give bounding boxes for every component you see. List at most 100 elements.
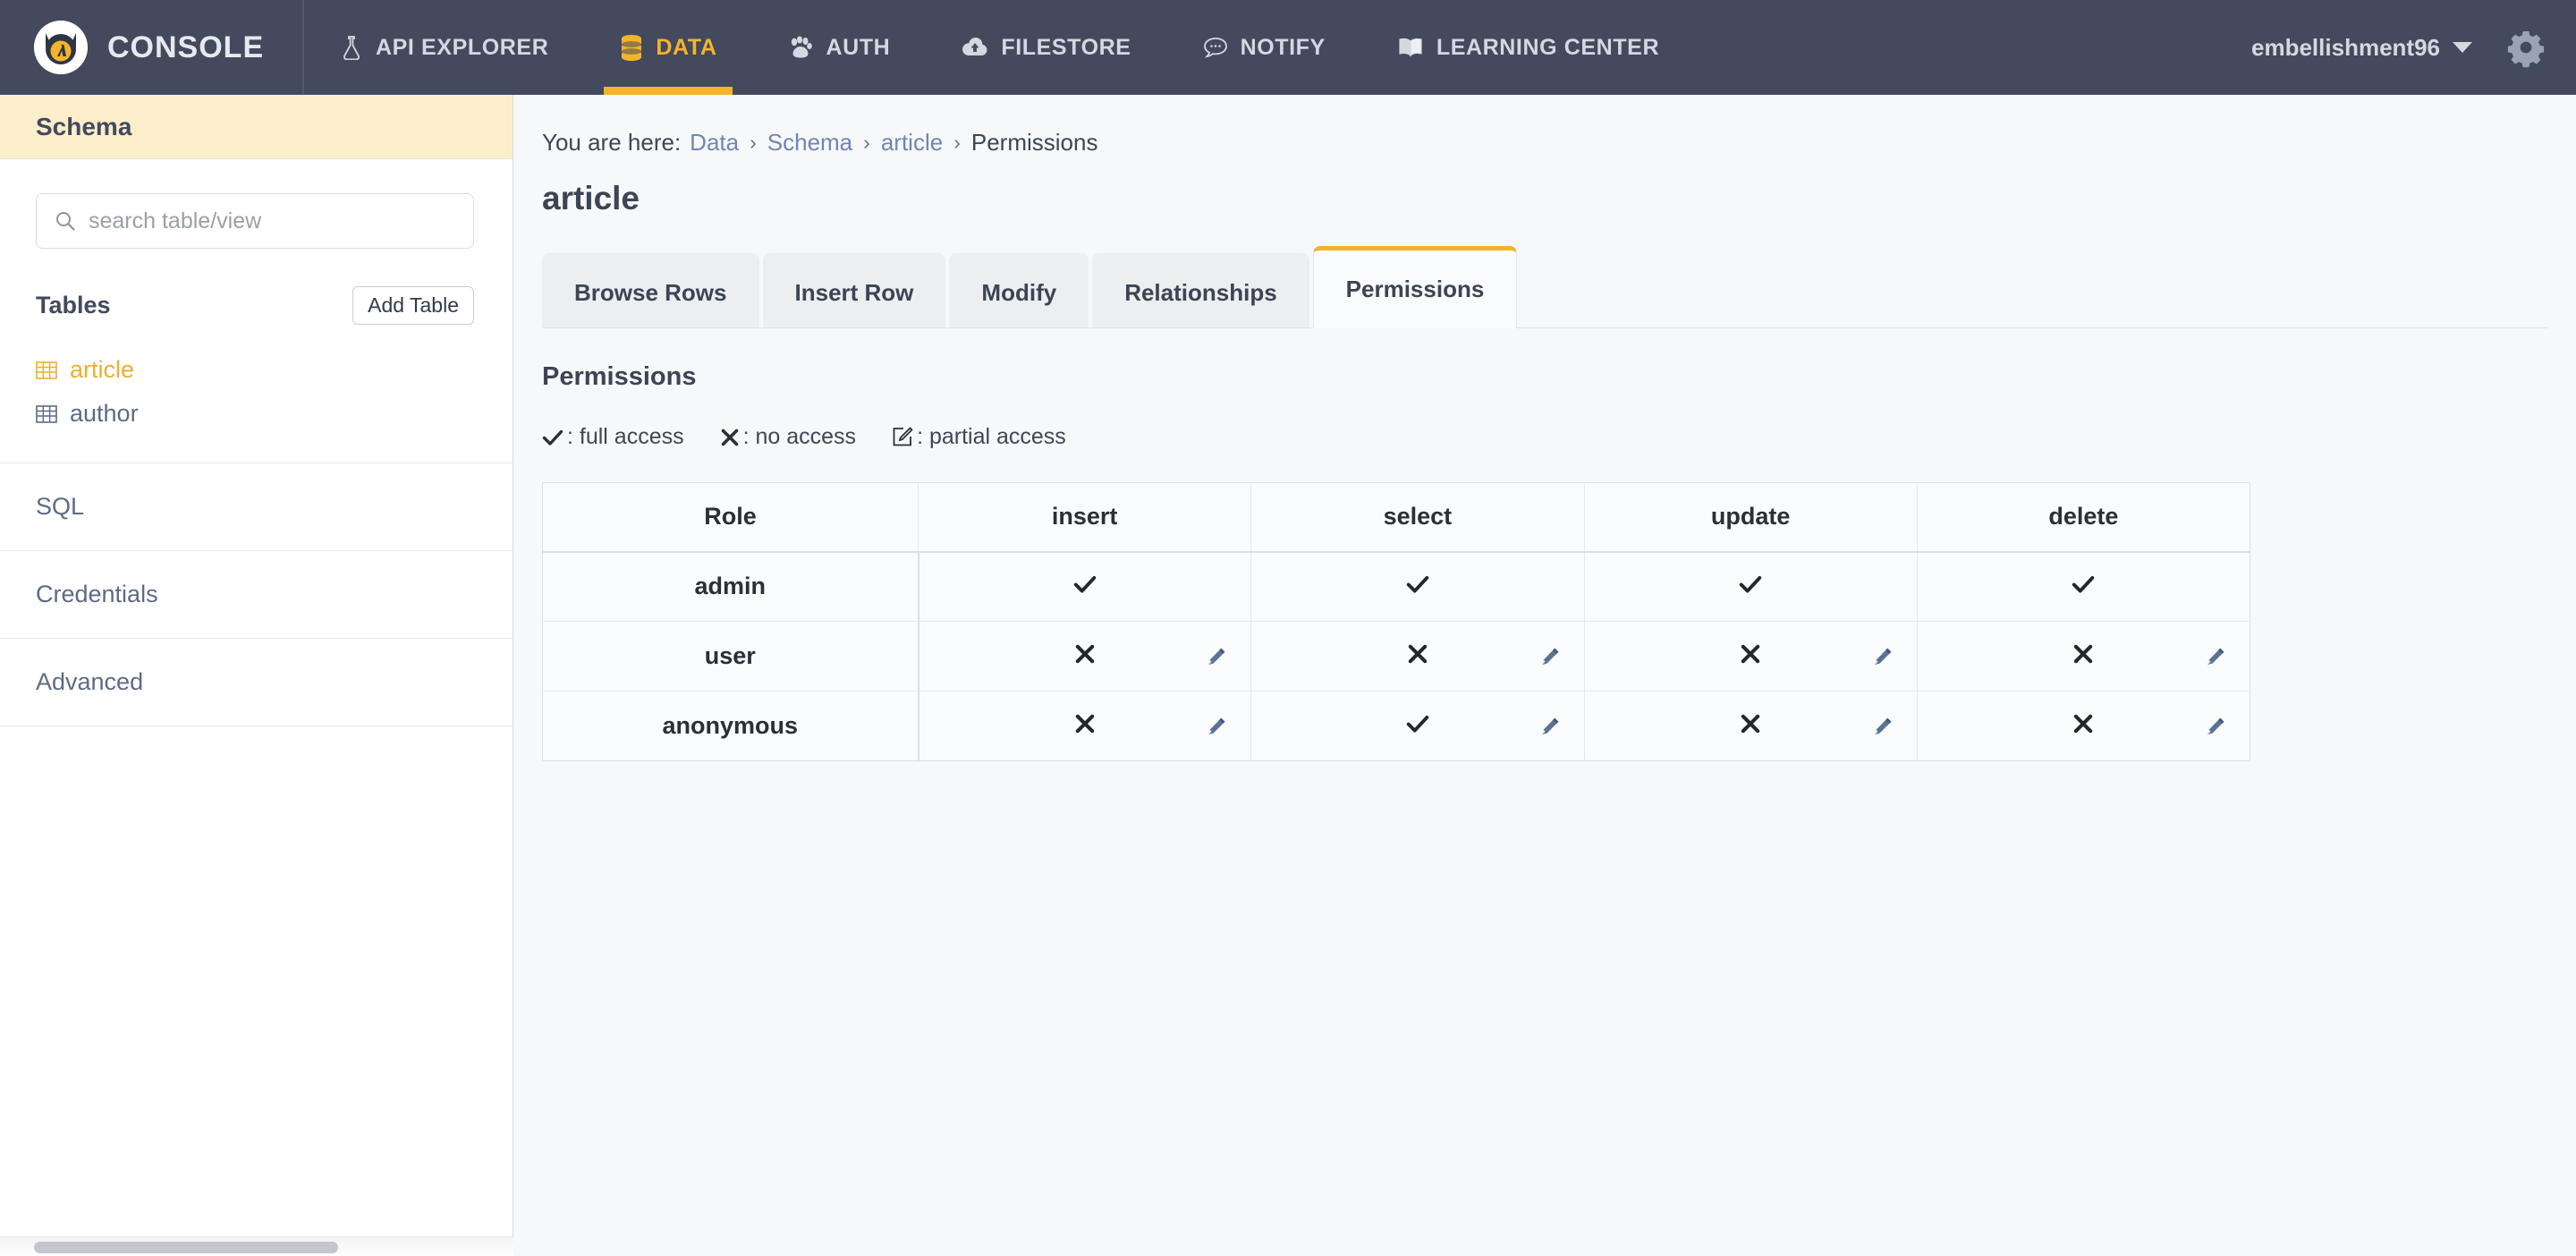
tab-browse-rows[interactable]: Browse Rows <box>542 253 759 328</box>
brand-home-link[interactable]: CONSOLE <box>0 0 304 95</box>
sidebar-horizontal-scrollbar[interactable] <box>0 1236 513 1256</box>
permission-cell-anonymous-select <box>1250 691 1585 761</box>
tab-permissions[interactable]: Permissions <box>1312 246 1518 328</box>
table-row: anonymous <box>542 691 2250 761</box>
account-menu-button[interactable]: embellishment96 <box>2251 34 2472 62</box>
breadcrumb-prefix: You are here: <box>542 129 682 156</box>
open-book-icon <box>1397 36 1424 59</box>
nav-item-learning-center[interactable]: LEARNING CENTER <box>1361 0 1695 95</box>
permission-cell-admin-insert <box>918 551 1252 622</box>
sidebar-table-item-article[interactable]: article <box>36 348 477 392</box>
nav-right-cluster: embellishment96 <box>2251 0 2576 95</box>
cross-icon <box>1585 692 1917 760</box>
nav-item-label: FILESTORE <box>1001 34 1131 60</box>
legend-partial-access-label: : partial access <box>917 424 1066 449</box>
edit-permission-pencil-icon[interactable] <box>1539 646 1561 667</box>
nav-item-data[interactable]: DATA <box>584 0 752 95</box>
speech-bubble-icon <box>1203 36 1228 59</box>
sidebar-item-sql[interactable]: SQL <box>0 463 513 551</box>
search-input[interactable] <box>89 208 455 234</box>
sidebar-table-label: article <box>70 356 135 383</box>
role-cell-admin: admin <box>542 551 919 622</box>
sidebar: Schema Tables Add Table <box>0 95 513 1256</box>
edit-permission-pencil-icon[interactable] <box>2205 646 2226 667</box>
column-header-delete: delete <box>1917 482 2250 553</box>
cross-icon <box>1251 622 1583 691</box>
nav-item-label: NOTIFY <box>1240 34 1326 60</box>
edit-permission-pencil-icon[interactable] <box>1539 716 1561 737</box>
table-row: admin <box>542 551 2250 622</box>
edit-permission-pencil-icon[interactable] <box>1872 646 1894 667</box>
sidebar-item-advanced[interactable]: Advanced <box>0 639 513 726</box>
role-cell-user: user <box>542 621 919 692</box>
nav-item-notify[interactable]: NOTIFY <box>1167 0 1361 95</box>
check-icon <box>919 553 1251 622</box>
cloud-upload-icon <box>962 37 988 58</box>
breadcrumb-separator: › <box>863 131 870 154</box>
page-body: Schema Tables Add Table <box>0 95 2576 1256</box>
edit-permission-pencil-icon[interactable] <box>1872 716 1894 737</box>
chevron-down-icon <box>2453 42 2472 53</box>
sidebar-table-item-author[interactable]: author <box>36 392 477 436</box>
table-header-row: Role insert select update delete <box>542 482 2250 553</box>
cross-icon <box>919 692 1251 760</box>
sidebar-header-title: Schema <box>36 112 132 140</box>
nav-item-auth[interactable]: AUTH <box>752 0 926 95</box>
page-title: article <box>542 180 640 216</box>
edit-permission-pencil-icon[interactable] <box>2205 716 2226 737</box>
search-table-view-box[interactable] <box>36 193 474 249</box>
permissions-table: Role insert select update delete admin us… <box>542 482 2250 761</box>
breadcrumb-link-data[interactable]: Data <box>690 129 739 157</box>
legend-partial-access: : partial access <box>892 424 1066 450</box>
cross-icon <box>1585 622 1917 691</box>
cross-icon <box>1918 692 2250 760</box>
nav-item-label: DATA <box>656 34 717 60</box>
tab-insert-row[interactable]: Insert Row <box>762 253 946 328</box>
scrollbar-thumb[interactable] <box>34 1242 338 1253</box>
nav-item-label: AUTH <box>826 34 891 60</box>
nav-item-api-explorer[interactable]: API EXPLORER <box>304 0 584 95</box>
breadcrumb-link-article[interactable]: article <box>881 129 943 157</box>
permission-cell-user-select <box>1250 621 1585 692</box>
table-grid-icon <box>36 361 57 380</box>
permission-cell-admin-delete <box>1917 551 2250 622</box>
check-icon <box>1251 692 1583 760</box>
database-stack-icon <box>620 34 643 61</box>
check-icon <box>1251 553 1583 622</box>
sidebar-table-label: author <box>70 400 139 427</box>
permissions-table-wrap: Role insert select update delete admin us… <box>513 450 2576 761</box>
column-header-role: Role <box>542 482 919 553</box>
table-detail-tabs: Browse Rows Insert Row Modify Relationsh… <box>513 246 2576 328</box>
sidebar-item-credentials[interactable]: Credentials <box>0 551 513 639</box>
sidebar-header: Schema <box>0 95 513 159</box>
add-table-button[interactable]: Add Table <box>352 286 474 325</box>
main-content: You are here: Data › Schema › article › … <box>513 95 2576 1256</box>
breadcrumb-separator: › <box>953 131 961 154</box>
permission-cell-admin-update <box>1584 551 1918 622</box>
breadcrumb: You are here: Data › Schema › article › … <box>513 95 2576 157</box>
edit-permission-pencil-icon[interactable] <box>1206 716 1227 737</box>
tab-relationships[interactable]: Relationships <box>1092 253 1309 328</box>
cross-icon <box>919 622 1251 691</box>
tables-label: Tables <box>36 292 111 318</box>
nav-item-label: API EXPLORER <box>376 34 549 60</box>
top-navigation-bar: CONSOLE API EXPLORER DATA AUTH FILESTORE… <box>0 0 2576 95</box>
permission-cell-anonymous-update <box>1584 691 1918 761</box>
permission-cell-user-insert <box>918 621 1252 692</box>
tab-modify[interactable]: Modify <box>949 253 1089 328</box>
gear-icon[interactable] <box>2504 26 2547 69</box>
permission-cell-anonymous-delete <box>1917 691 2250 761</box>
permission-cell-anonymous-insert <box>918 691 1252 761</box>
flask-icon <box>340 35 363 60</box>
brand-name: CONSOLE <box>107 30 265 64</box>
nav-item-filestore[interactable]: FILESTORE <box>926 0 1166 95</box>
edit-permission-pencil-icon[interactable] <box>1206 646 1227 667</box>
tables-header-row: Tables Add Table <box>36 286 474 325</box>
breadcrumb-separator: › <box>750 131 757 154</box>
check-icon <box>1918 553 2250 622</box>
legend-full-access: : full access <box>542 424 684 450</box>
paw-icon <box>788 35 813 60</box>
breadcrumb-link-schema[interactable]: Schema <box>767 129 852 157</box>
check-icon <box>542 428 564 447</box>
permission-cell-user-update <box>1584 621 1918 692</box>
